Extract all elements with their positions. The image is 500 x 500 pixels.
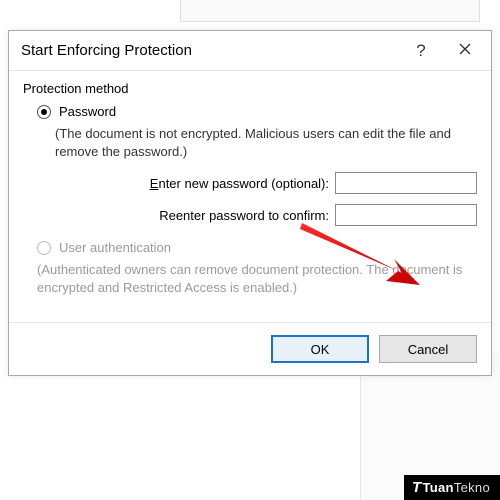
help-icon: ? [416, 41, 425, 61]
userauth-hint: (Authenticated owners can remove documen… [37, 261, 477, 296]
section-label: Protection method [23, 81, 477, 96]
cancel-button[interactable]: Cancel [379, 335, 477, 363]
close-button[interactable] [443, 32, 487, 70]
watermark-text: Tuan [423, 480, 454, 495]
radio-password-label: Password [59, 104, 116, 119]
help-button[interactable]: ? [399, 32, 443, 70]
watermark-text: Tekno [454, 480, 490, 495]
watermark-logo-icon: T [412, 479, 421, 496]
ok-button[interactable]: OK [271, 335, 369, 363]
radio-password[interactable]: Password [37, 104, 477, 119]
radio-icon [37, 105, 51, 119]
confirm-password-label: Reenter password to confirm: [159, 208, 329, 223]
watermark: T TuanTekno [404, 475, 500, 500]
dialog-title: Start Enforcing Protection [21, 42, 399, 59]
radio-icon [37, 241, 51, 255]
close-icon [459, 42, 471, 60]
radio-userauth-label: User authentication [59, 240, 171, 255]
radio-userauth: User authentication [37, 240, 477, 255]
password-hint: (The document is not encrypted. Maliciou… [55, 125, 477, 160]
confirm-password-input[interactable] [335, 204, 477, 226]
dialog-buttons: OK Cancel [9, 322, 491, 375]
background-fragment [180, 0, 480, 22]
titlebar: Start Enforcing Protection ? [9, 31, 491, 71]
enter-password-label: Enter new password (optional): [150, 176, 329, 191]
protection-dialog: Start Enforcing Protection ? Protection … [8, 30, 492, 376]
enter-password-input[interactable] [335, 172, 477, 194]
